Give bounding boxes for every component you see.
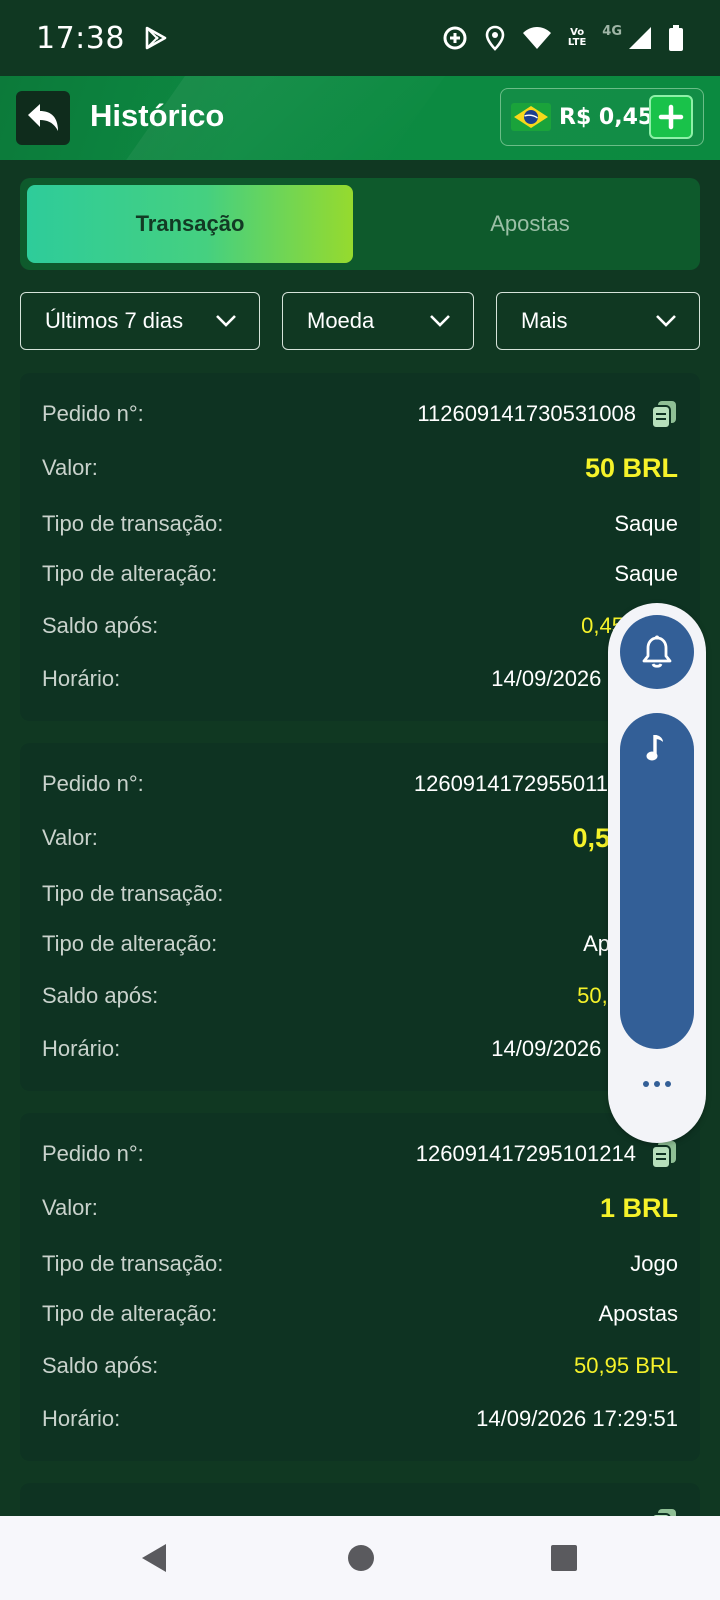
- balance-after-label: Saldo após:: [42, 983, 159, 1008]
- change-type-row: Tipo de alteração: Apostas: [42, 1294, 678, 1334]
- order-row: Pedido n°: 1260914172955011: [42, 764, 678, 804]
- transaction-type-label: Tipo de transação:: [42, 1251, 224, 1276]
- more-options-button[interactable]: [632, 1069, 682, 1099]
- value-label: Valor:: [42, 825, 98, 850]
- balance-after-row: Saldo após: 50,95 BRL: [42, 1346, 678, 1386]
- value-row: Valor: 1 BRL: [42, 1188, 678, 1228]
- order-label: Pedido n°:: [42, 771, 144, 796]
- time-label: Horário:: [42, 666, 121, 691]
- back-button[interactable]: [16, 91, 70, 145]
- network-type: 4G: [602, 23, 622, 39]
- transaction-type-value: Saque: [614, 511, 678, 536]
- transaction-value: 1 BRL: [599, 1192, 678, 1223]
- date-range-filter[interactable]: Últimos 7 dias: [20, 292, 260, 350]
- transaction-value: 0,5: [572, 822, 610, 853]
- balance-box[interactable]: R$ 0,45: [500, 88, 704, 146]
- chevron-down-icon: [656, 315, 676, 327]
- status-bar: 17:38 Vo LTE 4G: [0, 0, 720, 76]
- notification-button[interactable]: [620, 615, 694, 689]
- transaction-card: Pedido n°: 126091417295101214 Valor: 1 B…: [20, 1113, 700, 1461]
- change-type-value: Ap: [583, 931, 610, 956]
- time-row: Horário: 14/09/2026 17: [42, 1029, 678, 1069]
- location-icon: [485, 25, 505, 51]
- transaction-type-row: Tipo de transação:: [42, 874, 678, 914]
- plus-icon: [658, 104, 684, 130]
- copy-icon[interactable]: [650, 399, 678, 429]
- status-time: 17:38: [36, 20, 125, 56]
- tab-transacao[interactable]: Transação: [27, 185, 353, 263]
- change-type-row: Tipo de alteração: Ap: [42, 924, 678, 964]
- transaction-card: Pedido n°: 1260914172955011 Valor: 0,5 T…: [20, 743, 700, 1091]
- history-tabs: Transação Apostas: [20, 178, 700, 270]
- order-label: Pedido n°:: [42, 1141, 144, 1166]
- more-label: Mais: [521, 308, 568, 333]
- time-label: Horário:: [42, 1036, 121, 1061]
- change-type-value: Saque: [614, 561, 678, 586]
- balance-after-row: Saldo após: 0,45: [42, 606, 678, 646]
- volte-icon: Vo LTE: [567, 27, 587, 48]
- more-filter[interactable]: Mais: [496, 292, 700, 350]
- transaction-value: 50 BRL: [584, 452, 678, 483]
- order-row: Pedido n°: 112609141730531008: [42, 394, 678, 434]
- page-title: Histórico: [90, 98, 225, 133]
- wifi-icon: [522, 27, 551, 49]
- chevron-down-icon: [216, 315, 236, 327]
- balance-amount: R$ 0,45: [559, 104, 654, 130]
- change-type-row: Tipo de alteração: Saque: [42, 554, 678, 594]
- value-label: Valor:: [42, 455, 98, 480]
- balance-after-label: Saldo após:: [42, 1353, 159, 1378]
- change-type-label: Tipo de alteração:: [42, 561, 218, 586]
- order-number: 112609141730531008: [417, 401, 636, 426]
- transaction-type-value: Jogo: [630, 1251, 678, 1276]
- dot-icon: [643, 1081, 649, 1087]
- value-label: Valor:: [42, 1195, 98, 1220]
- transaction-type-row: Tipo de transação: Jogo: [42, 1244, 678, 1284]
- brazil-flag-icon: [511, 103, 551, 131]
- filter-bar: Últimos 7 dias Moeda Mais: [20, 292, 700, 350]
- change-type-value: Apostas: [598, 1301, 679, 1326]
- nav-recents-icon[interactable]: [550, 1542, 578, 1574]
- change-type-label: Tipo de alteração:: [42, 1301, 218, 1326]
- balance-after-row: Saldo após: 50,4: [42, 976, 678, 1016]
- order-label: Pedido n°:: [42, 401, 144, 426]
- signal-icon: [629, 27, 651, 49]
- date-range-label: Últimos 7 dias: [45, 308, 184, 333]
- balance-after-label: Saldo após:: [42, 613, 159, 638]
- balance-after-value: 50,95 BRL: [574, 1353, 678, 1378]
- deposit-button[interactable]: [649, 95, 693, 139]
- transaction-card: Pedido n°: 112609141730531008 Valor: 50 …: [20, 373, 700, 721]
- change-type-label: Tipo de alteração:: [42, 931, 218, 956]
- transaction-type-label: Tipo de transação:: [42, 511, 224, 536]
- data-saver-icon: [443, 26, 467, 50]
- order-number: 126091417295101214: [415, 1141, 636, 1166]
- nav-home-icon[interactable]: [347, 1542, 375, 1574]
- value-row: Valor: 50 BRL: [42, 448, 678, 488]
- play-store-icon: [145, 26, 167, 50]
- transaction-type-row: Tipo de transação: Saque: [42, 504, 678, 544]
- order-number: 1260914172955011: [413, 771, 608, 796]
- time-row: Horário: 14/09/2026 17:29:51: [42, 1399, 678, 1439]
- time-row: Horário: 14/09/2026 17: [42, 659, 678, 699]
- app-header: Histórico R$ 0,45: [0, 76, 720, 160]
- nav-back-icon[interactable]: [140, 1542, 168, 1574]
- system-nav-bar: [0, 1516, 720, 1600]
- value-row: Valor: 0,5: [42, 818, 678, 858]
- copy-icon[interactable]: [650, 1139, 678, 1169]
- music-note-icon: [646, 735, 663, 761]
- chevron-down-icon: [430, 315, 450, 327]
- bell-icon: [642, 635, 672, 668]
- dot-icon: [665, 1081, 671, 1087]
- music-player-button[interactable]: [620, 713, 694, 1049]
- time-label: Horário:: [42, 1406, 121, 1431]
- currency-filter[interactable]: Moeda: [282, 292, 474, 350]
- time-value: 14/09/2026 17:29:51: [476, 1406, 678, 1431]
- floating-widget: [608, 603, 706, 1143]
- order-row: Pedido n°: 126091417295101214: [42, 1134, 678, 1174]
- battery-icon: [669, 25, 683, 51]
- transaction-type-label: Tipo de transação:: [42, 881, 224, 906]
- back-arrow-icon: [28, 104, 58, 131]
- dot-icon: [654, 1081, 660, 1087]
- currency-label: Moeda: [307, 308, 375, 333]
- tab-apostas[interactable]: Apostas: [367, 185, 693, 263]
